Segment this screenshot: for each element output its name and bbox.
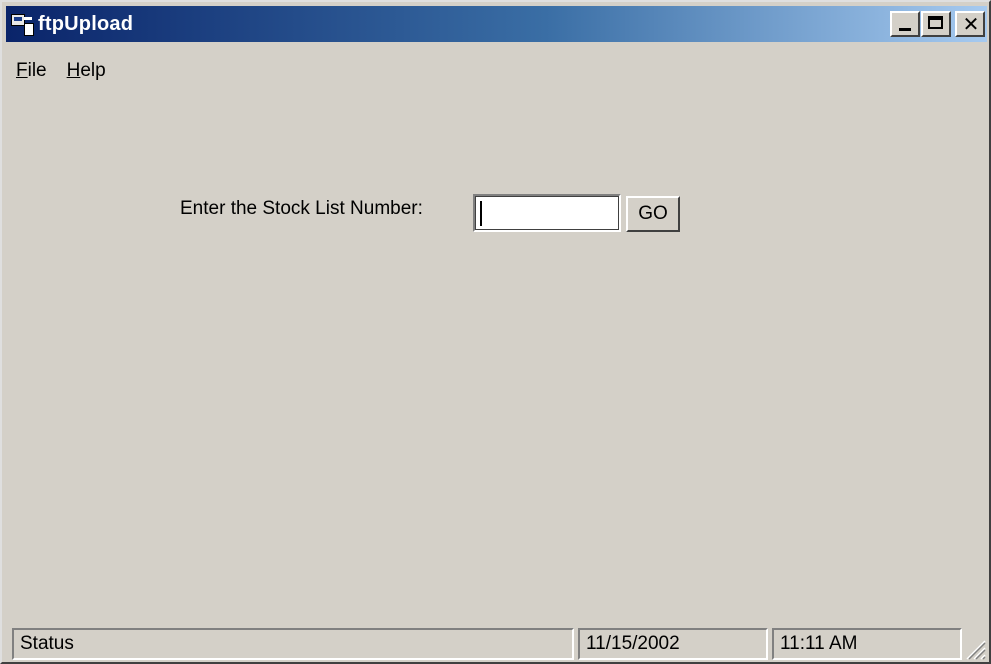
minimize-icon (899, 28, 911, 31)
window-controls: ✕ (889, 11, 985, 37)
menu-help[interactable]: Help (57, 60, 116, 82)
date-panel: 11/15/2002 (578, 628, 768, 660)
menu-help-label: elp (80, 60, 106, 81)
resize-grip-icon[interactable] (964, 638, 986, 660)
title-bar[interactable]: ftpUpload ✕ (6, 6, 987, 42)
menu-bar: File Help (6, 56, 116, 86)
menu-file[interactable]: File (6, 60, 57, 82)
menu-file-accel: F (16, 60, 28, 81)
window-title: ftpUpload (38, 12, 134, 35)
close-button[interactable]: ✕ (955, 11, 985, 37)
app-window: ftpUpload ✕ File Help Enter the Stock Li… (0, 0, 991, 664)
stock-list-label: Enter the Stock List Number: (180, 198, 423, 219)
minimize-button[interactable] (890, 11, 920, 37)
ftp-app-icon[interactable] (10, 11, 36, 37)
go-button[interactable]: GO (626, 196, 680, 232)
text-caret (480, 201, 482, 226)
menu-help-accel: H (66, 60, 81, 81)
menu-file-label: ile (27, 60, 47, 81)
time-panel: 11:11 AM (772, 628, 962, 660)
maximize-button[interactable] (921, 11, 951, 37)
stock-list-number-input[interactable] (473, 194, 621, 232)
status-panel: Status (12, 628, 574, 660)
status-bar: Status 11/15/2002 11:11 AM (8, 628, 988, 662)
close-icon: ✕ (962, 12, 980, 36)
maximize-icon (928, 16, 943, 29)
